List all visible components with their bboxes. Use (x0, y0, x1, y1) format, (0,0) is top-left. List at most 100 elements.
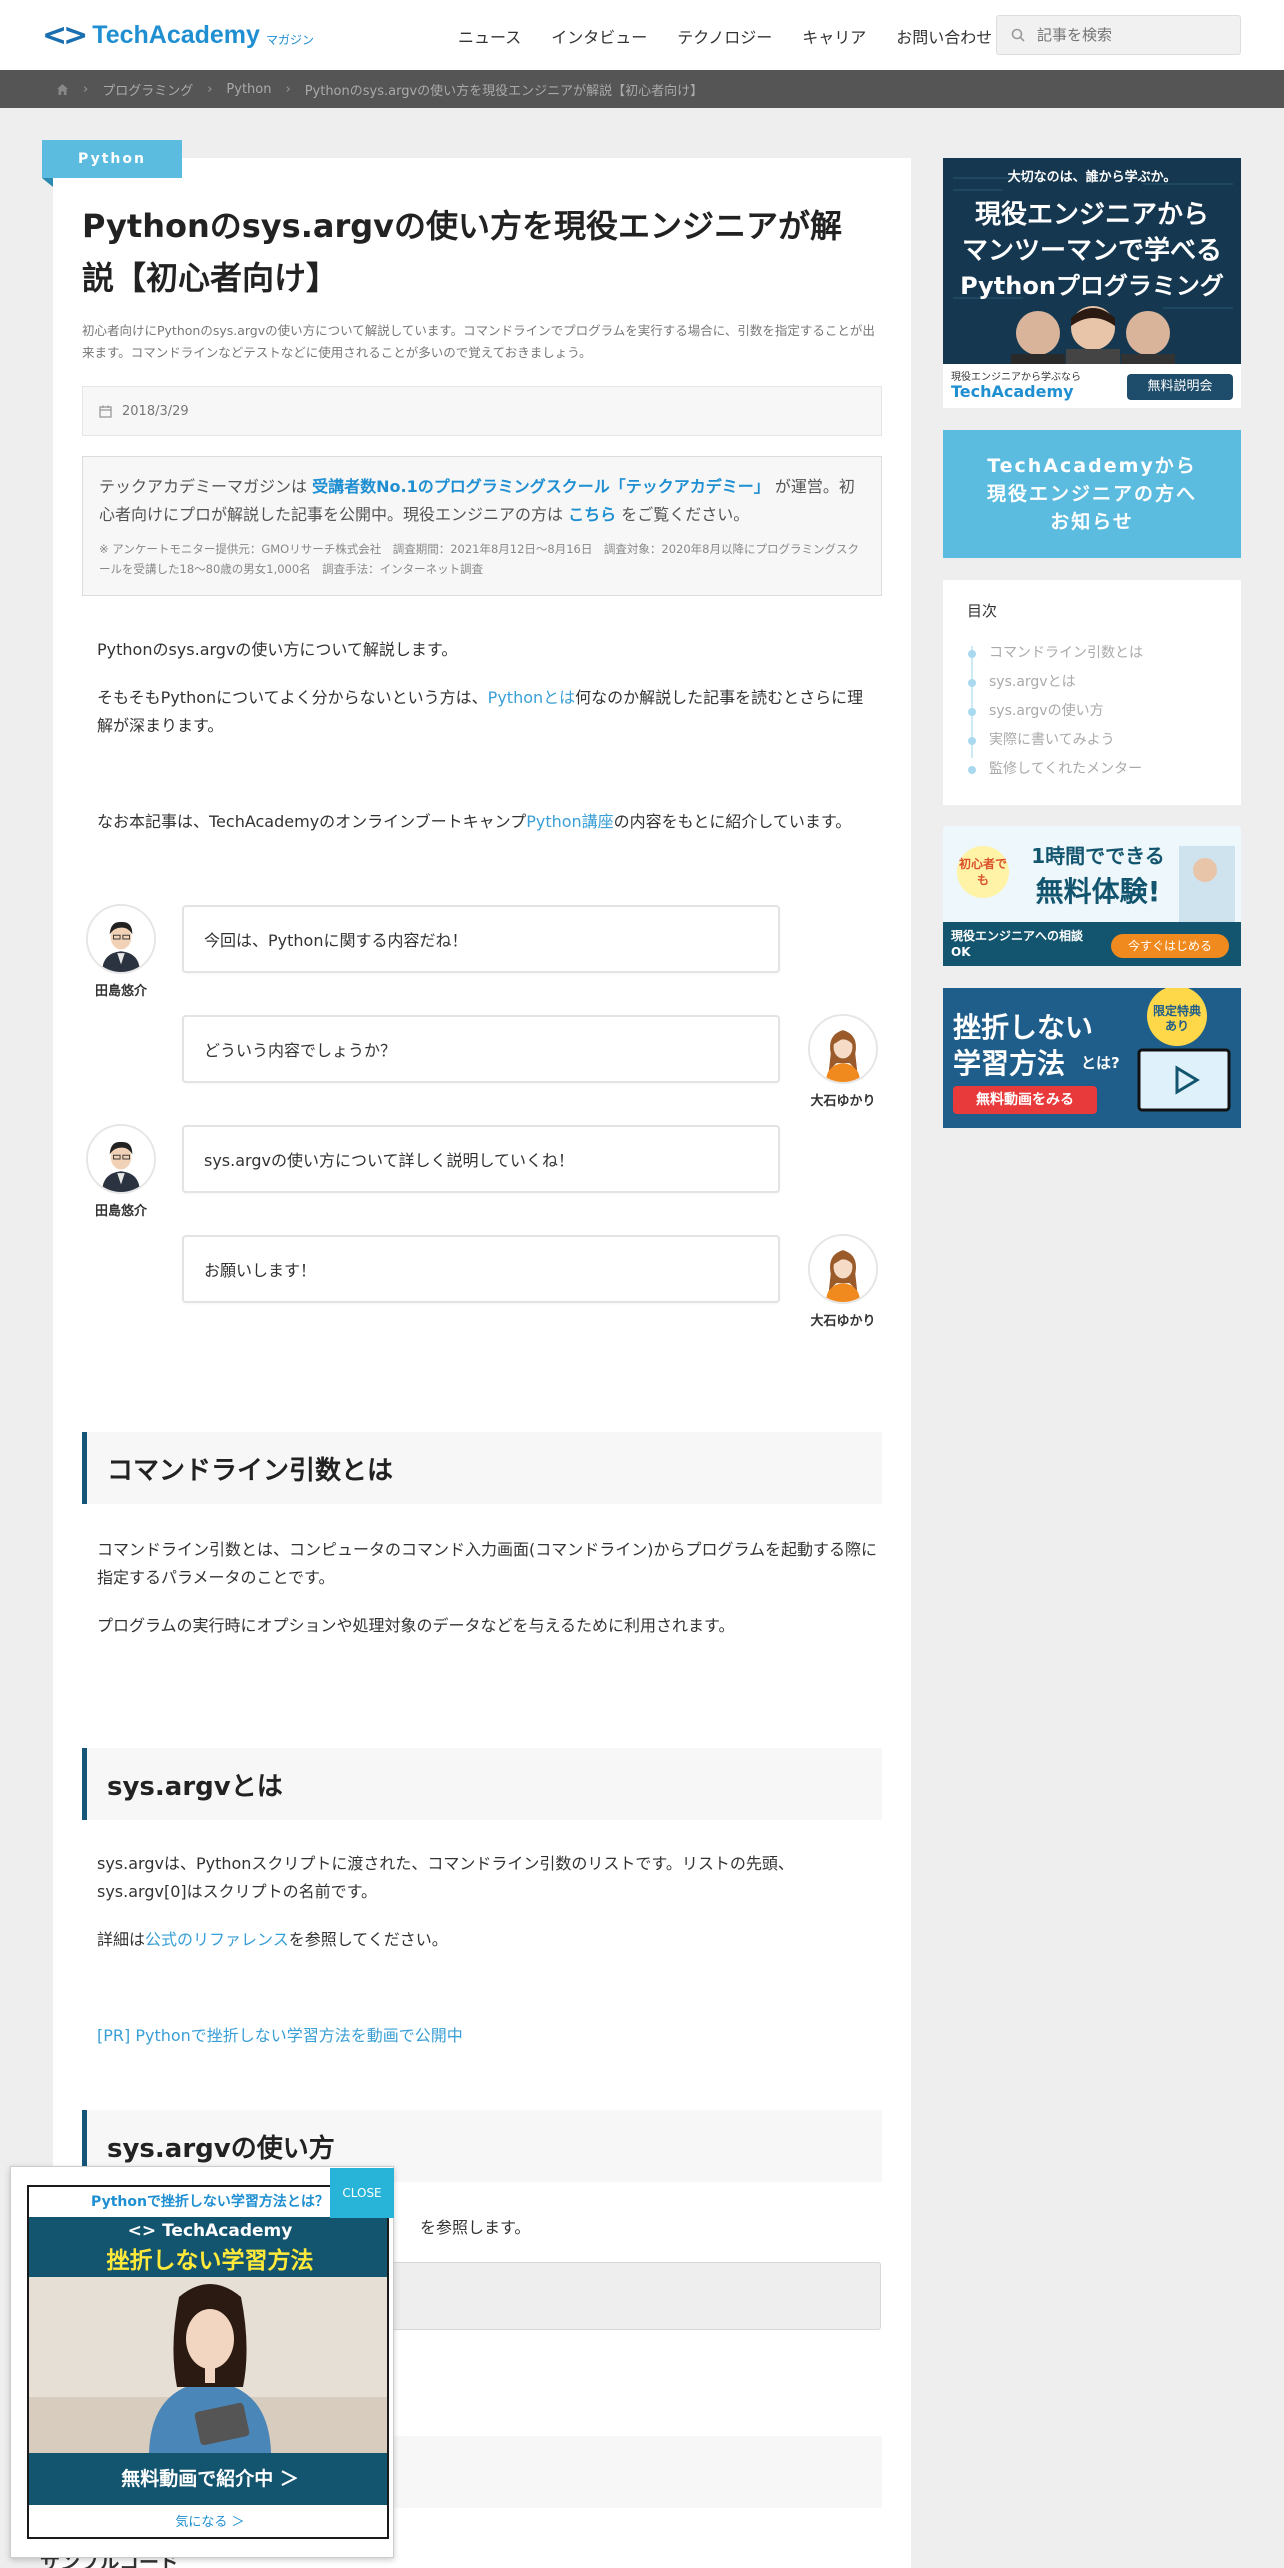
notice-suffix: をご覧ください。 (621, 505, 750, 524)
toc-bullet (968, 766, 976, 774)
banner3-button[interactable]: 今すぐはじめる (1111, 934, 1229, 958)
breadcrumb-python[interactable]: Python (226, 82, 271, 97)
popup-catch: 挫折しない学習方法 (106, 2248, 314, 2274)
banner2-line3: お知らせ (1050, 511, 1134, 533)
breadcrumb-programming[interactable]: プログラミング (102, 80, 193, 99)
notice-here-link[interactable]: こちら (568, 505, 616, 524)
notice-school-link[interactable]: 受講者数No.1のプログラミングスクール「テックアカデミー」 (312, 477, 770, 496)
main-nav: ニュース インタビュー テクノロジー キャリア お問い合わせ (458, 24, 1022, 48)
chat-bubble: どういう内容でしょうか？ (182, 1015, 780, 1083)
engineer-notice-banner[interactable]: TechAcademyから 現役エンジニアの方へ お知らせ (943, 430, 1241, 558)
chat-bubble: sys.argvの使い方について詳しく説明していくね！ (182, 1125, 780, 1193)
site-header: <> TechAcademy マガジン ニュース インタビュー テクノロジー キ… (0, 0, 1284, 70)
banner1-button[interactable]: 無料説明会 (1127, 374, 1233, 400)
mentor-course-banner[interactable]: 大切なのは、誰から学ぶか。 現役エンジニアから マンツーマンで学べる Pytho… (943, 158, 1241, 408)
toc-item-label: sys.argvとは (989, 674, 1076, 690)
nav-interview[interactable]: インタビュー (551, 24, 647, 48)
avatar-tajima (86, 1124, 156, 1194)
banner4-button[interactable]: 無料動画をみる (953, 1086, 1097, 1114)
promo-popup: Pythonで挫折しない学習方法とは？ <> TechAcademy 挫折しない… (10, 2166, 394, 2558)
avatar-oishi (808, 1234, 878, 1304)
date-box: 2018/3/29 (82, 386, 882, 436)
toc-item[interactable]: コマンドライン引数とは (967, 639, 1217, 668)
notice-box: テックアカデミーマガジンは 受講者数No.1のプログラミングスクール「テックアカ… (82, 456, 882, 596)
intro3-text: なお本記事は、TechAcademyのオンラインブートキャンプ (97, 812, 527, 831)
popup-cta-button[interactable]: 無料動画で紹介中 ＞ (29, 2453, 387, 2505)
nav-technology[interactable]: テクノロジー (677, 24, 772, 48)
learning-method-banner[interactable]: 挫折しない 学習方法 とは? 限定特典あり 無料動画をみる (943, 988, 1241, 1128)
breadcrumb-separator: › (207, 81, 213, 97)
avatar-oishi (808, 1014, 878, 1084)
calendar-icon (99, 405, 112, 418)
notice-survey-note: ※ アンケートモニター提供元：GMOリサーチ株式会社 調査期間：2021年8月1… (99, 542, 859, 576)
toc-bullet (968, 650, 976, 658)
free-trial-banner[interactable]: 初心者でも 1時間でできる 無料体験! 現役エンジニアへの相談OK 今すぐはじめ… (943, 826, 1241, 966)
logo-subtitle: マガジン (265, 33, 314, 47)
intro2-text: そもそもPythonについてよく分からないという方は、 (97, 688, 488, 707)
search-box (996, 15, 1241, 55)
popup-more-link[interactable]: 気になる ＞ (29, 2505, 387, 2537)
banner1-line4: Pythonプログラミング (960, 272, 1224, 300)
pr-video-link[interactable]: [PR] Pythonで挫折しない学習方法を動画で公開中 (97, 2022, 879, 2050)
woman-photo-image (29, 2277, 387, 2453)
home-icon[interactable] (56, 83, 69, 96)
man-avatar-icon (88, 1126, 154, 1192)
table-of-contents: 目次 コマンドライン引数とは sys.argvとは sys.argvの使い方 実… (943, 580, 1241, 805)
speaker-name: 田島悠介 (94, 1204, 147, 1219)
banner4-line2: 学習方法 (953, 1047, 1066, 1080)
section2-paragraph-1: sys.argvは、Pythonスクリプトに渡された、コマンドライン引数のリスト… (97, 1854, 794, 1901)
python-course-link[interactable]: Python講座 (526, 812, 613, 831)
chat-bubble: お願いします！ (182, 1235, 780, 1303)
section3-paragraph-tail: を参照します。 (420, 2218, 531, 2237)
nav-news[interactable]: ニュース (458, 24, 521, 48)
heading-command-line-args: コマンドライン引数とは (82, 1432, 882, 1504)
intro-paragraph-3: なお本記事は、TechAcademyのオンラインブートキャンプPython講座の… (97, 808, 879, 836)
banner3-sub: 現役エンジニアへの相談OK (951, 929, 1084, 959)
popup-photo (29, 2277, 387, 2453)
notice-prefix: テックアカデミーマガジンは (99, 477, 308, 496)
toc-item[interactable]: 監修してくれたメンター (967, 755, 1217, 784)
nav-career[interactable]: キャリア (802, 24, 866, 48)
category-tag-fold (42, 178, 53, 187)
banner1-line3: マンツーマンで学べる (961, 236, 1222, 266)
logo-mark-icon: <> (42, 18, 88, 53)
breadcrumb-current: Pythonのsys.argvの使い方を現役エンジニアが解説【初心者向け】 (304, 83, 704, 99)
toc-bullet (968, 708, 976, 716)
search-icon[interactable] (1011, 28, 1025, 42)
publish-date: 2018/3/29 (122, 403, 189, 419)
banner1-line1: 大切なのは、誰から学ぶか。 (1007, 170, 1177, 185)
avatar-tajima (86, 904, 156, 974)
speaker-name: 田島悠介 (94, 984, 147, 999)
logo-text: TechAcademy (92, 21, 260, 49)
toc-item[interactable]: sys.argvの使い方 (967, 697, 1217, 726)
toc-item-label: 監修してくれたメンター (989, 761, 1143, 777)
official-reference-link[interactable]: 公式のリファレンス (145, 1930, 289, 1949)
banner3-line2: 無料体験! (1035, 875, 1161, 908)
popup-content[interactable]: Pythonで挫折しない学習方法とは？ <> TechAcademy 挫折しない… (27, 2185, 389, 2539)
site-logo[interactable]: <> TechAcademy マガジン (42, 18, 314, 53)
woman-avatar-icon (810, 1016, 876, 1082)
search-input[interactable] (1037, 26, 1227, 44)
nav-contact[interactable]: お問い合わせ (896, 24, 992, 48)
toc-item[interactable]: 実際に書いてみよう (967, 726, 1217, 755)
breadcrumb: › プログラミング › Python › Pythonのsys.argvの使い方… (0, 70, 1284, 108)
banner1-brand: TechAcademy (951, 382, 1074, 401)
banner3-line1: 1時間でできる (1031, 844, 1165, 868)
banner4-badge: 限定特典あり (1152, 1004, 1201, 1033)
toc-title: 目次 (967, 602, 998, 620)
popup-band: <> TechAcademy 挫折しない学習方法 (29, 2217, 387, 2277)
notice-text: テックアカデミーマガジンは 受講者数No.1のプログラミングスクール「テックアカ… (99, 473, 867, 529)
intro-paragraph-1: Pythonのsys.argvの使い方について解説します。 (97, 640, 458, 659)
banner2-line2: 現役エンジニアの方へ (986, 483, 1197, 505)
chat-bubble: 今回は、Pythonに関する内容だね！ (182, 905, 780, 973)
toc-item-label: 実際に書いてみよう (989, 732, 1115, 748)
popup-close-button[interactable]: CLOSE (330, 2168, 394, 2218)
python-what-link[interactable]: Pythonとは (488, 688, 575, 707)
intro-paragraph-2: そもそもPythonについてよく分からないという方は、Pythonとは何なのか解… (97, 684, 879, 740)
woman-avatar-icon (810, 1236, 876, 1302)
toc-item-label: sys.argvの使い方 (989, 703, 1104, 719)
breadcrumb-separator: › (285, 81, 291, 97)
speaker-name: 大石ゆかり (810, 1314, 876, 1329)
toc-item[interactable]: sys.argvとは (967, 668, 1217, 697)
category-tag[interactable]: Python (42, 140, 182, 178)
